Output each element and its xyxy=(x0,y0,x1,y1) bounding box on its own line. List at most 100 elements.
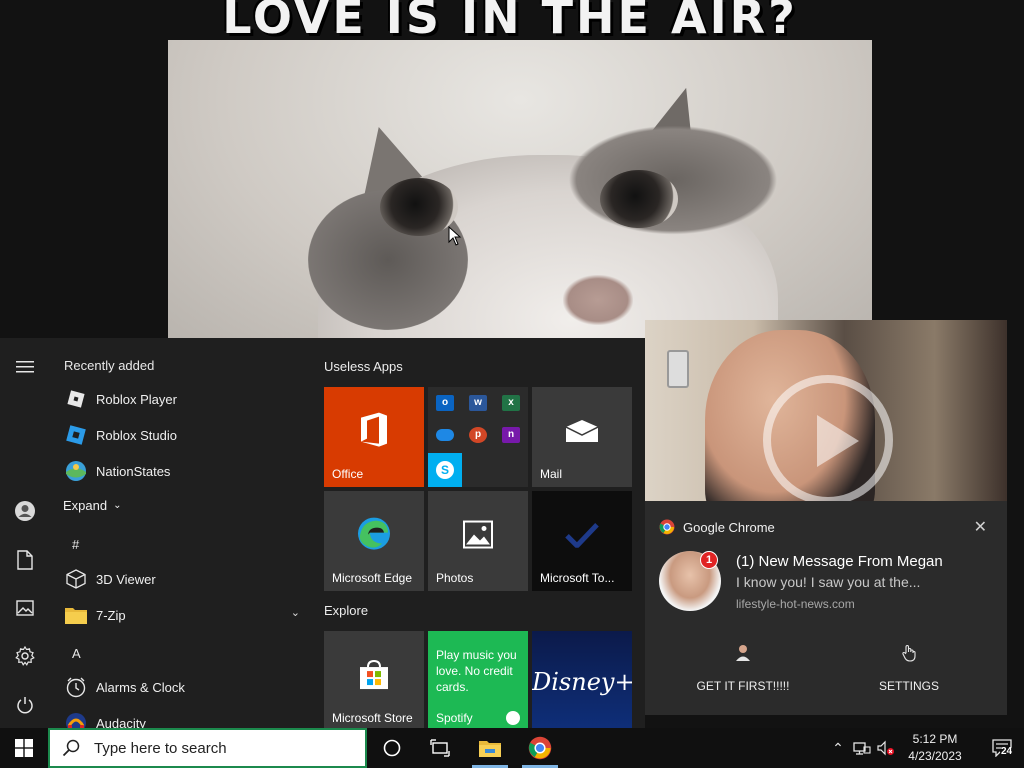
file-explorer-icon xyxy=(479,741,501,757)
cat-fur-patch xyxy=(568,125,778,235)
wallpaper-caption: LOVE IS IN THE AIR? xyxy=(222,0,798,44)
tile-microsoft-store[interactable]: Microsoft Store xyxy=(324,631,424,728)
app-list-item-alarms-clock[interactable]: Alarms & Clock xyxy=(64,669,312,705)
notification-count: 24 xyxy=(1000,746,1014,757)
app-list-item-3d-viewer[interactable]: 3D Viewer xyxy=(64,561,312,597)
windows-logo-icon xyxy=(15,739,33,757)
start-tiles: Useless Apps Office o w x p n S Mail Mic… xyxy=(324,338,645,728)
letter-header-hash[interactable]: # xyxy=(72,537,79,552)
office-icon xyxy=(359,412,389,453)
chrome-icon xyxy=(528,736,552,760)
hero-image-phone xyxy=(667,350,689,388)
documents-icon[interactable] xyxy=(13,548,37,572)
disney-plus-logo: Disney+ xyxy=(532,668,632,696)
excel-icon: x xyxy=(502,395,520,411)
action-center-button[interactable]: 24 xyxy=(980,728,1024,768)
volume-muted-icon[interactable] xyxy=(874,728,898,768)
tile-label: Photos xyxy=(436,571,474,585)
audacity-icon xyxy=(64,711,88,728)
letter-header-a[interactable]: A xyxy=(72,646,81,661)
notification-hero-image[interactable] xyxy=(645,320,1007,501)
start-button[interactable] xyxy=(0,728,48,768)
nationstates-icon xyxy=(64,459,88,483)
pictures-icon[interactable] xyxy=(13,596,37,620)
taskbar-search-box[interactable]: Type here to search xyxy=(48,728,367,768)
tile-office-apps-folder[interactable]: o w x p n S xyxy=(428,387,528,487)
app-list-item-roblox-studio[interactable]: Roblox Studio xyxy=(64,417,312,453)
app-list-item-audacity[interactable]: Audacity xyxy=(64,705,312,728)
tile-spotify[interactable]: Play music you love. No credit cards. Sp… xyxy=(428,631,528,728)
tile-group-title[interactable]: Useless Apps xyxy=(324,359,403,374)
taskbar-clock[interactable]: 5:12 PM 4/23/2023 xyxy=(896,731,974,765)
toast-body: I know you! I saw you at the... xyxy=(736,574,921,590)
file-explorer-button[interactable] xyxy=(466,728,514,768)
store-bag-icon xyxy=(358,658,390,695)
app-label: Audacity xyxy=(96,715,146,729)
chrome-notification-toast[interactable]: Google Chrome ✕ 1 (1) New Message From M… xyxy=(645,501,1007,715)
cortana-icon xyxy=(383,739,401,757)
roblox-studio-icon xyxy=(64,423,88,447)
tile-photos[interactable]: Photos xyxy=(428,491,528,591)
start-menu: Recently added Roblox Player Roblox Stud… xyxy=(0,338,645,728)
close-icon[interactable]: ✕ xyxy=(974,517,987,537)
hand-pointer-icon xyxy=(839,641,979,665)
power-icon[interactable] xyxy=(13,693,37,717)
tile-microsoft-edge[interactable]: Microsoft Edge xyxy=(324,491,424,591)
network-icon[interactable] xyxy=(850,728,874,768)
chevron-down-icon[interactable]: ⌄ xyxy=(291,606,300,619)
tile-office[interactable]: Office xyxy=(324,387,424,487)
chrome-taskbar-button[interactable] xyxy=(516,728,564,768)
powerpoint-icon: p xyxy=(469,427,487,443)
get-it-first-button[interactable]: GET IT FIRST!!!!! xyxy=(673,641,813,693)
wallpaper-cat-photo xyxy=(168,40,872,340)
tile-disney-plus[interactable]: Disney+ xyxy=(532,631,632,728)
outlook-icon: o xyxy=(436,395,454,411)
settings-gear-icon[interactable] xyxy=(13,644,37,668)
start-rail xyxy=(0,338,50,728)
tile-label: Spotify xyxy=(436,711,473,725)
chrome-icon xyxy=(659,519,675,535)
tile-label: Microsoft To... xyxy=(540,571,615,585)
cat-eye xyxy=(380,178,458,236)
tile-label: Mail xyxy=(540,467,563,481)
app-list-item-7-zip[interactable]: 7-Zip ⌄ xyxy=(64,597,312,633)
notification-badge: 1 xyxy=(700,551,718,569)
chevron-down-icon: ⌄ xyxy=(113,500,122,511)
app-label: NationStates xyxy=(96,463,171,479)
recently-added-heading: Recently added xyxy=(64,358,155,373)
onedrive-icon xyxy=(436,429,454,441)
cube-icon xyxy=(64,567,88,591)
mail-icon xyxy=(565,419,599,448)
toast-source-site: lifestyle-hot-news.com xyxy=(736,597,855,611)
skype-icon: S xyxy=(428,453,462,487)
user-account-icon[interactable] xyxy=(13,499,37,523)
task-view-icon xyxy=(430,739,450,757)
checkmark-icon xyxy=(565,522,599,553)
app-label: Roblox Player xyxy=(96,391,177,407)
folder-icon xyxy=(64,603,88,627)
alarm-clock-icon xyxy=(64,675,88,699)
photos-icon xyxy=(463,520,493,554)
play-icon xyxy=(817,415,859,467)
task-view-button[interactable] xyxy=(416,728,464,768)
show-hidden-icons-button[interactable]: ⌃ xyxy=(828,728,848,768)
app-label: Alarms & Clock xyxy=(96,679,185,695)
tile-microsoft-todo[interactable]: Microsoft To... xyxy=(532,491,632,591)
app-list-item-nationstates[interactable]: NationStates xyxy=(64,453,312,489)
spotify-promo-text: Play music you love. No credit cards. xyxy=(436,648,517,694)
clock-time: 5:12 PM xyxy=(912,732,958,746)
app-label: 7-Zip xyxy=(96,607,126,623)
cortana-button[interactable] xyxy=(368,728,416,768)
search-placeholder: Type here to search xyxy=(94,739,227,757)
hamburger-menu-icon[interactable] xyxy=(13,355,37,379)
app-list-item-roblox-player[interactable]: Roblox Player xyxy=(64,381,312,417)
tile-label: Microsoft Store xyxy=(332,711,413,725)
edge-icon xyxy=(356,516,392,557)
roblox-icon xyxy=(64,387,88,411)
tile-group-title[interactable]: Explore xyxy=(324,603,368,618)
tile-mail[interactable]: Mail xyxy=(532,387,632,487)
settings-button[interactable]: SETTINGS xyxy=(839,641,979,693)
expand-button[interactable]: Expand ⌄ xyxy=(63,498,121,513)
search-icon xyxy=(62,739,80,757)
toast-title: (1) New Message From Megan xyxy=(736,553,943,570)
